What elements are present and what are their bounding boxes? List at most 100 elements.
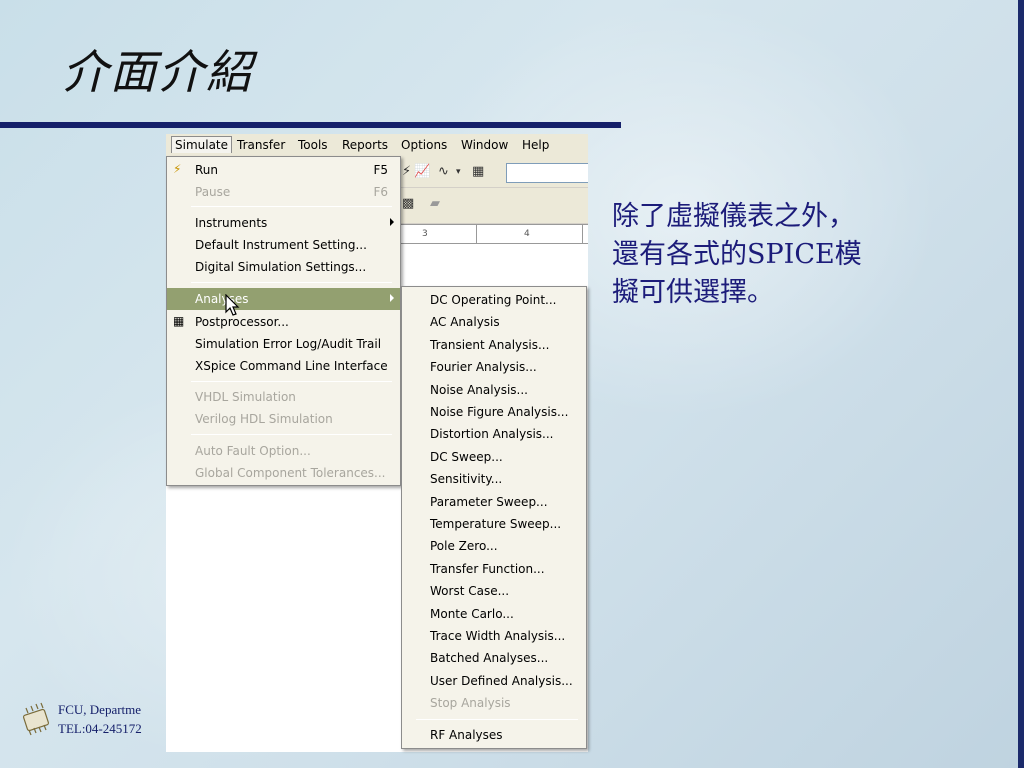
ruler-tick xyxy=(582,225,583,244)
menu-item-noise-figure-analysis[interactable]: Noise Figure Analysis... xyxy=(402,401,586,423)
body-line: 還有各式的SPICE模 xyxy=(612,239,862,270)
toolbar-secondary: ▩ ▰ xyxy=(400,188,588,224)
menu-item-label: Run xyxy=(195,163,219,177)
menu-item-label: User Defined Analysis... xyxy=(430,673,573,688)
menu-tools[interactable]: Tools xyxy=(298,138,328,152)
submenu-arrow-icon xyxy=(390,218,394,226)
menu-item-worst-case[interactable]: Worst Case... xyxy=(402,580,586,602)
menu-separator xyxy=(191,381,392,382)
analyses-submenu: DC Operating Point... AC Analysis Transien… xyxy=(401,286,587,749)
menu-item-distortion-analysis[interactable]: Distortion Analysis... xyxy=(402,423,586,445)
slide-body: 除了虛擬儀表之外， 還有各式的SPICE模 擬可供選擇。 xyxy=(612,198,912,312)
menu-item-pole-zero[interactable]: Pole Zero... xyxy=(402,535,586,557)
menu-item-label: RF Analyses xyxy=(430,727,503,742)
menu-item-rf-analyses[interactable]: RF Analyses xyxy=(402,724,586,746)
menu-item-label: Parameter Sweep... xyxy=(430,494,548,509)
menu-item-transient-analysis[interactable]: Transient Analysis... xyxy=(402,334,586,356)
menu-item-label: Temperature Sweep... xyxy=(430,517,562,531)
menu-shortcut: F6 xyxy=(373,185,388,199)
menu-item-label: Batched Analyses... xyxy=(430,651,549,666)
ruler-tick xyxy=(476,225,477,244)
menu-item-label: AC Analysis xyxy=(430,315,500,330)
ruler-label: 4 xyxy=(524,229,530,239)
menu-separator xyxy=(191,206,392,207)
menu-item-user-defined-analysis[interactable]: User Defined Analysis... xyxy=(402,670,586,692)
menu-options[interactable]: Options xyxy=(401,138,447,152)
menu-item-label: Pole Zero... xyxy=(430,539,498,554)
run-icon[interactable]: ⚡ xyxy=(402,164,411,179)
menu-item-batched-analyses[interactable]: Batched Analyses... xyxy=(402,647,586,669)
chip-logo-icon xyxy=(22,702,50,736)
menu-item-transfer-function[interactable]: Transfer Function... xyxy=(402,558,586,580)
sheet-ruler: 3 4 xyxy=(400,224,588,244)
menu-item-sensitivity[interactable]: Sensitivity... xyxy=(402,468,586,490)
menu-item-label: VHDL Simulation xyxy=(195,390,296,404)
menu-item-vhdl-simulation[interactable]: VHDL Simulation xyxy=(167,386,400,408)
lightning-icon: ⚡ xyxy=(173,162,182,176)
menu-separator xyxy=(191,282,392,283)
component-icon[interactable]: ▩ xyxy=(402,196,414,211)
menu-separator xyxy=(416,718,578,720)
body-line: 擬可供選擇。 xyxy=(612,277,774,308)
title-underline xyxy=(0,122,621,128)
menu-item-ac-analysis[interactable]: AC Analysis xyxy=(402,311,586,333)
menu-item-label: Transient Analysis... xyxy=(430,337,550,352)
menu-item-label: Worst Case... xyxy=(430,584,510,599)
ruler-label: 3 xyxy=(422,229,428,239)
grapher-icon[interactable]: 📈 xyxy=(414,164,430,179)
in-use-list-field[interactable] xyxy=(506,163,588,183)
menu-item-label: Noise Figure Analysis... xyxy=(430,405,569,419)
menu-item-label: Global Component Tolerances... xyxy=(195,466,386,480)
menu-item-analyses[interactable]: Analyses xyxy=(167,288,400,310)
menu-item-digital-simulation-settings[interactable]: Digital Simulation Settings... xyxy=(167,256,400,278)
menu-item-noise-analysis[interactable]: Noise Analysis... xyxy=(402,379,586,401)
menu-item-auto-fault-option[interactable]: Auto Fault Option... xyxy=(167,440,400,462)
menu-item-global-component-tolerances[interactable]: Global Component Tolerances... xyxy=(167,462,400,484)
chevron-down-icon[interactable]: ▾ xyxy=(456,167,461,177)
body-line: 除了虛擬儀表之外， xyxy=(612,201,855,232)
menu-separator xyxy=(191,434,392,435)
menu-item-xspice-command-line[interactable]: XSpice Command Line Interface xyxy=(167,355,400,377)
menu-reports[interactable]: Reports xyxy=(342,138,388,152)
menu-item-label: Pause xyxy=(195,185,231,199)
menu-item-dc-sweep[interactable]: DC Sweep... xyxy=(402,446,586,468)
menu-item-label: Trace Width Analysis... xyxy=(430,629,566,643)
footer-line: FCU, Departme xyxy=(58,702,142,717)
menu-item-label: Digital Simulation Settings... xyxy=(195,260,367,274)
menu-item-label: Default Instrument Setting... xyxy=(195,238,367,252)
menu-item-label: Postprocessor... xyxy=(195,315,289,329)
menu-item-label: DC Sweep... xyxy=(430,449,503,464)
menu-item-label: Verilog HDL Simulation xyxy=(195,412,333,426)
menu-item-label: Auto Fault Option... xyxy=(195,444,311,458)
menu-bar: Simulate Transfer Tools Reports Options … xyxy=(166,134,588,158)
menu-window[interactable]: Window xyxy=(461,138,508,152)
menu-item-fourier-analysis[interactable]: Fourier Analysis... xyxy=(402,356,586,378)
slide-title: 介面介紹 xyxy=(62,45,254,99)
menu-item-label: DC Operating Point... xyxy=(430,293,557,307)
menu-item-default-instrument-setting[interactable]: Default Instrument Setting... xyxy=(167,234,400,256)
menu-item-simulation-error-log[interactable]: Simulation Error Log/Audit Trail xyxy=(167,333,400,355)
menu-simulate[interactable]: Simulate xyxy=(171,136,233,153)
slide-edge-bar xyxy=(1018,0,1024,768)
probe-icon[interactable]: ∿ xyxy=(438,164,449,179)
menu-item-temperature-sweep[interactable]: Temperature Sweep... xyxy=(402,513,586,535)
menu-transfer[interactable]: Transfer xyxy=(237,138,285,152)
menu-item-parameter-sweep[interactable]: Parameter Sweep... xyxy=(402,491,586,513)
menu-item-trace-width-analysis[interactable]: Trace Width Analysis... xyxy=(402,625,586,647)
menu-item-verilog-hdl-simulation[interactable]: Verilog HDL Simulation xyxy=(167,408,400,430)
menu-item-label: Noise Analysis... xyxy=(430,382,528,397)
menu-item-instruments[interactable]: Instruments xyxy=(167,212,400,234)
menu-item-monte-carlo[interactable]: Monte Carlo... xyxy=(402,603,586,625)
menu-item-run[interactable]: ⚡ Run F5 xyxy=(167,159,400,181)
comment-icon[interactable]: ▰ xyxy=(430,196,440,211)
menu-item-postprocessor[interactable]: ▦ Postprocessor... xyxy=(167,311,400,333)
menu-help[interactable]: Help xyxy=(522,138,549,152)
menu-item-dc-operating-point[interactable]: DC Operating Point... xyxy=(402,289,586,311)
menu-item-pause[interactable]: Pause F6 xyxy=(167,181,400,203)
menu-item-stop-analysis[interactable]: Stop Analysis xyxy=(402,692,586,714)
submenu-arrow-icon xyxy=(390,294,394,302)
menu-item-label: Simulation Error Log/Audit Trail xyxy=(195,337,382,351)
footer-line: TEL:04-245172 xyxy=(58,721,142,736)
menu-item-label: Instruments xyxy=(195,216,268,230)
postprocessor-icon[interactable]: ▦ xyxy=(472,164,484,179)
